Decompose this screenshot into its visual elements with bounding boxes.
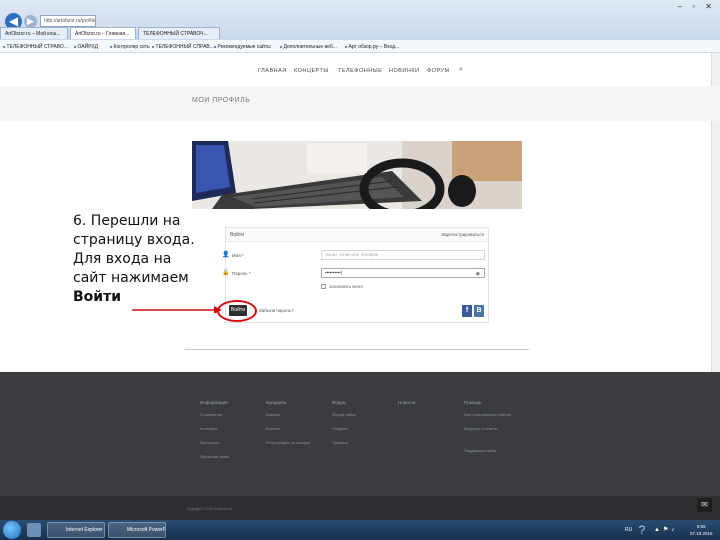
page-heading-band	[0, 86, 720, 121]
annotation-line: Для входа на	[73, 251, 172, 267]
footer-link[interactable]: Билеты	[266, 426, 280, 431]
footer-link[interactable]: Разделы	[332, 426, 348, 431]
user-icon: 👤	[222, 252, 230, 258]
address-bar[interactable]: http://artobzor.ru/profile/	[40, 15, 96, 27]
favorite-link[interactable]: ОАЙРХД	[74, 42, 99, 52]
explorer-icon[interactable]	[27, 523, 41, 537]
browser-tab-profile[interactable]: ArtObzor.ru – Мой кош...	[0, 27, 68, 39]
vk-login-button[interactable]: B	[474, 305, 484, 317]
footer-col-title[interactable]: Новости	[398, 400, 415, 405]
arrow-icon	[132, 306, 222, 313]
login-title: Войти	[230, 232, 244, 238]
nav-phones[interactable]: ТЕЛЕФОННЫЕ	[338, 68, 382, 74]
login-input[interactable]: логин, email или телефон	[321, 250, 485, 260]
footer-link[interactable]: Вопросы и ответы	[464, 426, 498, 431]
eye-icon[interactable]: ◉	[476, 270, 480, 277]
browser-titlebar: ◀ ▶ http://artobzor.ru/profile/ – ▫ ✕ Ar…	[0, 0, 720, 40]
footer-link[interactable]: Контакты	[200, 426, 217, 431]
nav-forum[interactable]: ФОРУМ	[427, 68, 450, 74]
browser-tab-phonebook[interactable]: ТЕЛЕФОННЫЙ СТРАВОЧ...	[138, 27, 220, 39]
favorites-bar: ТЕЛЕФОННЫЙ СТРАВО... ОАЙРХД Контролер се…	[0, 40, 720, 53]
tray-icons[interactable]: ▲⚑♪	[654, 526, 677, 533]
forgot-password-link[interactable]: Забыли пароль?	[259, 308, 294, 313]
favorite-link[interactable]: Рекомендуемые сайты	[214, 42, 271, 52]
footer-link[interactable]: О компании	[200, 412, 222, 417]
footer-col-title[interactable]: Помощь	[464, 400, 481, 405]
content-divider	[185, 349, 529, 350]
copyright: Copyright © 2015 ArtObzor.ru	[186, 507, 232, 511]
slide-annotation: 6. Перешли на страницу входа. Для входа …	[73, 212, 223, 307]
nav-concerts[interactable]: КОНЦЕРТЫ	[294, 68, 329, 74]
hero-image	[192, 141, 522, 209]
windows-taskbar: Internet Explorer Microsoft PowerP... RU…	[0, 520, 720, 540]
nav-news[interactable]: НОВИНКИ	[389, 68, 420, 74]
browser-tab-main[interactable]: ArtObzor.ru – Главная...	[70, 27, 136, 39]
footer-link[interactable]: Как купить	[200, 440, 220, 445]
start-button[interactable]	[3, 521, 21, 539]
annotation-line: 6. Перешли на	[73, 213, 181, 229]
footer-link[interactable]: Как пользоваться сайтом	[464, 412, 511, 417]
footer-col-title[interactable]: Информация	[200, 400, 228, 405]
highlight-circle	[217, 300, 257, 322]
mail-icon[interactable]: ✉	[697, 498, 712, 512]
clock-time: 9:05	[696, 524, 706, 529]
password-value: ••••••••••|	[325, 270, 342, 275]
site-nav: ГЛАВНАЯ КОНЦЕРТЫ ТЕЛЕФОННЫЕ НОВИНКИ ФОРУ…	[0, 64, 720, 78]
taskbar-ie[interactable]: Internet Explorer	[47, 522, 105, 538]
favorite-link[interactable]: Арт обзор.ру – Вход...	[345, 42, 400, 52]
register-link[interactable]: Зарегистрироваться	[441, 232, 484, 237]
footer-link[interactable]: Правила	[332, 440, 348, 445]
password-label: Пароль *	[232, 271, 251, 276]
clock[interactable]: 9:05 07.10.2015	[690, 523, 713, 537]
favorite-link[interactable]: Дополнительные веб...	[280, 42, 337, 52]
annotation-line: страницу входа.	[73, 232, 195, 248]
language-indicator[interactable]: RU	[625, 527, 632, 533]
favorite-link[interactable]: Контролер сеть	[110, 42, 150, 52]
footer-link[interactable]: Афиша	[266, 412, 280, 417]
nav-home[interactable]: ГЛАВНАЯ	[258, 68, 287, 74]
remember-checkbox[interactable]	[321, 284, 326, 289]
login-label: Имя *	[232, 253, 244, 258]
search-icon[interactable]: ⌕	[459, 66, 463, 74]
favorite-link[interactable]: ТЕЛЕФОННЫЙ СТРАВО...	[3, 42, 68, 52]
clock-date: 07.10.2015	[690, 531, 713, 536]
footer-link[interactable]: Поддержка сайта	[464, 448, 496, 453]
taskbar-powerpoint[interactable]: Microsoft PowerP...	[108, 522, 166, 538]
footer-link[interactable]: Регистрация на концерт	[266, 440, 311, 445]
footer-col-title[interactable]: Форум	[332, 400, 346, 405]
footer-link[interactable]: Форум сайта	[332, 412, 356, 417]
favorite-link[interactable]: ТЕЛЕФОННЫЙ СПРАВ...	[152, 42, 214, 52]
footer-col-title[interactable]: Концерты	[266, 400, 286, 405]
login-header: Войти Зарегистрироваться	[226, 228, 488, 242]
help-icon[interactable]: ?	[636, 523, 648, 537]
footer-bottom-band	[0, 496, 720, 520]
page-title: МОИ ПРОФИЛЬ	[192, 97, 251, 104]
window-controls[interactable]: – ▫ ✕	[678, 2, 716, 11]
password-input[interactable]: ••••••••••| ◉	[321, 268, 485, 278]
annotation-line: сайт нажимаем	[73, 270, 189, 286]
facebook-login-button[interactable]: f	[462, 305, 472, 317]
footer-link[interactable]: Обратная связь	[200, 454, 229, 459]
lock-icon: 🔒	[222, 270, 230, 276]
remember-label: запомнить меня	[329, 284, 363, 289]
